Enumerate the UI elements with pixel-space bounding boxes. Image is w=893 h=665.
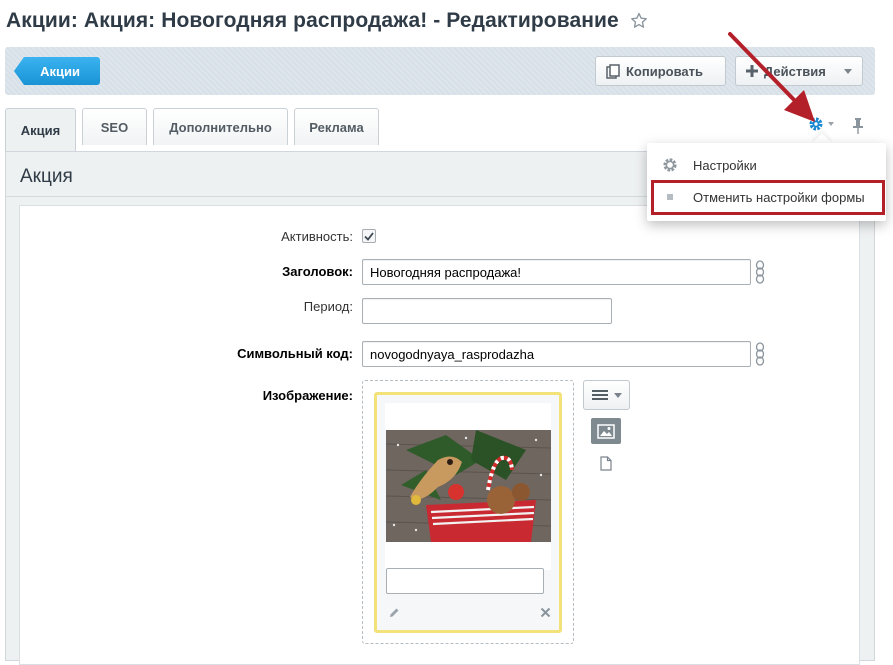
page-title: Акции: Акция: Новогодняя распродажа! - Р… — [6, 9, 619, 32]
active-label: Активность: — [281, 229, 353, 244]
title-label: Заголовок: — [282, 264, 353, 279]
highlight-frame — [651, 180, 885, 215]
image-description-input[interactable] — [386, 568, 544, 594]
hamburger-icon — [591, 390, 608, 400]
title-row: Акции: Акция: Новогодняя распродажа! - Р… — [6, 6, 649, 36]
link-icon[interactable] — [755, 342, 765, 366]
tab-advertising[interactable]: Реклама — [294, 108, 379, 145]
menu-item-settings[interactable]: Настройки — [647, 150, 886, 180]
file-icon[interactable] — [600, 456, 612, 471]
copy-button[interactable]: Копировать — [595, 56, 726, 86]
checkmark-icon — [364, 231, 374, 241]
title-input[interactable]: Новогодняя распродажа! — [362, 259, 751, 285]
code-input[interactable]: novogodnyaya_rasprodazha — [362, 341, 751, 367]
image-thumbnail[interactable] — [386, 430, 551, 542]
copy-button-label: Копировать — [626, 63, 704, 79]
tab-additional[interactable]: Дополнительно — [153, 108, 288, 145]
pin-icon[interactable] — [852, 117, 864, 135]
image-preview-card — [374, 392, 562, 633]
gear-icon — [663, 158, 677, 172]
image-card-top — [385, 403, 551, 431]
back-to-list-button[interactable]: Акции — [14, 57, 100, 85]
close-icon[interactable] — [540, 607, 551, 618]
image-menu-button[interactable] — [583, 380, 630, 410]
image-card-bottom — [385, 542, 551, 570]
tab-action[interactable]: Акция — [5, 108, 76, 152]
code-label: Символьный код: — [237, 346, 353, 361]
active-checkbox[interactable] — [362, 229, 376, 243]
link-icon[interactable] — [755, 260, 765, 284]
annotation-arrow — [728, 32, 815, 122]
period-label: Период: — [303, 299, 353, 314]
image-view-button[interactable] — [591, 418, 621, 444]
chevron-down-icon — [613, 392, 622, 398]
christmas-gift-image — [386, 430, 551, 542]
image-label: Изображение: — [262, 388, 353, 403]
image-icon — [597, 423, 615, 439]
chevron-down-icon — [828, 122, 834, 126]
pencil-icon[interactable] — [388, 607, 400, 619]
menu-item-label: Настройки — [693, 157, 757, 173]
period-input[interactable] — [362, 298, 612, 324]
section-title: Акция — [20, 166, 73, 187]
tab-seo[interactable]: SEO — [82, 108, 147, 145]
copy-icon — [606, 63, 620, 79]
star-icon[interactable] — [629, 11, 649, 31]
chevron-down-icon — [844, 68, 852, 74]
